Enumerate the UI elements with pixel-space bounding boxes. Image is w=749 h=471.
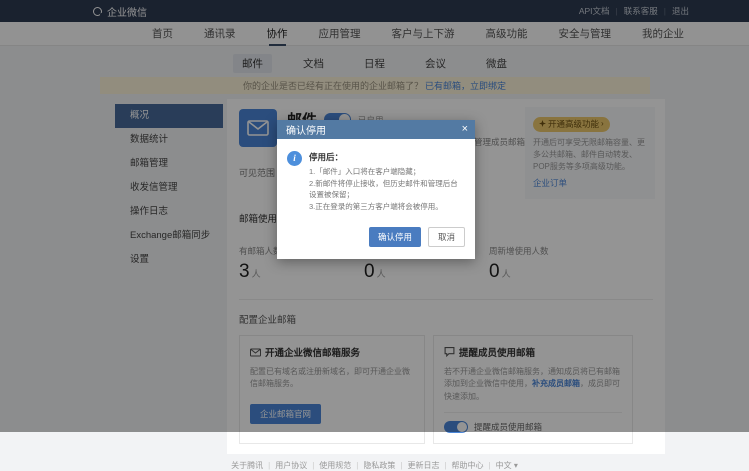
footer-language-selector[interactable]: 中文 ▾ (496, 460, 518, 471)
footer-privacy-link[interactable]: 隐私政策 (363, 460, 395, 471)
footer-help-link[interactable]: 帮助中心 (452, 460, 484, 471)
page-footer: 关于腾讯| 用户协议| 使用规范| 隐私政策| 更新日志| 帮助中心| 中文 ▾ (0, 460, 749, 471)
cancel-button[interactable]: 取消 (428, 227, 465, 247)
modal-title: 确认停用 (286, 122, 326, 137)
modal-line: 2.新邮件将停止接收，但历史邮件和管理后台设置被保留； (309, 178, 463, 201)
modal-info-icon: i (287, 151, 302, 166)
footer-changelog-link[interactable]: 更新日志 (407, 460, 439, 471)
confirm-disable-modal: 确认停用 × i 停用后： 1.「邮件」入口将在客户端隐藏； 2.新邮件将停止接… (277, 120, 475, 259)
footer-usage-link[interactable]: 使用规范 (319, 460, 351, 471)
modal-heading: 停用后： (309, 151, 463, 163)
confirm-disable-button[interactable]: 确认停用 (369, 227, 421, 247)
modal-line: 3.正在登录的第三方客户端将会被停用。 (309, 201, 463, 213)
footer-agreement-link[interactable]: 用户协议 (275, 460, 307, 471)
modal-line: 1.「邮件」入口将在客户端隐藏； (309, 166, 463, 178)
footer-about-link[interactable]: 关于腾讯 (231, 460, 263, 471)
close-icon[interactable]: × (462, 124, 468, 135)
